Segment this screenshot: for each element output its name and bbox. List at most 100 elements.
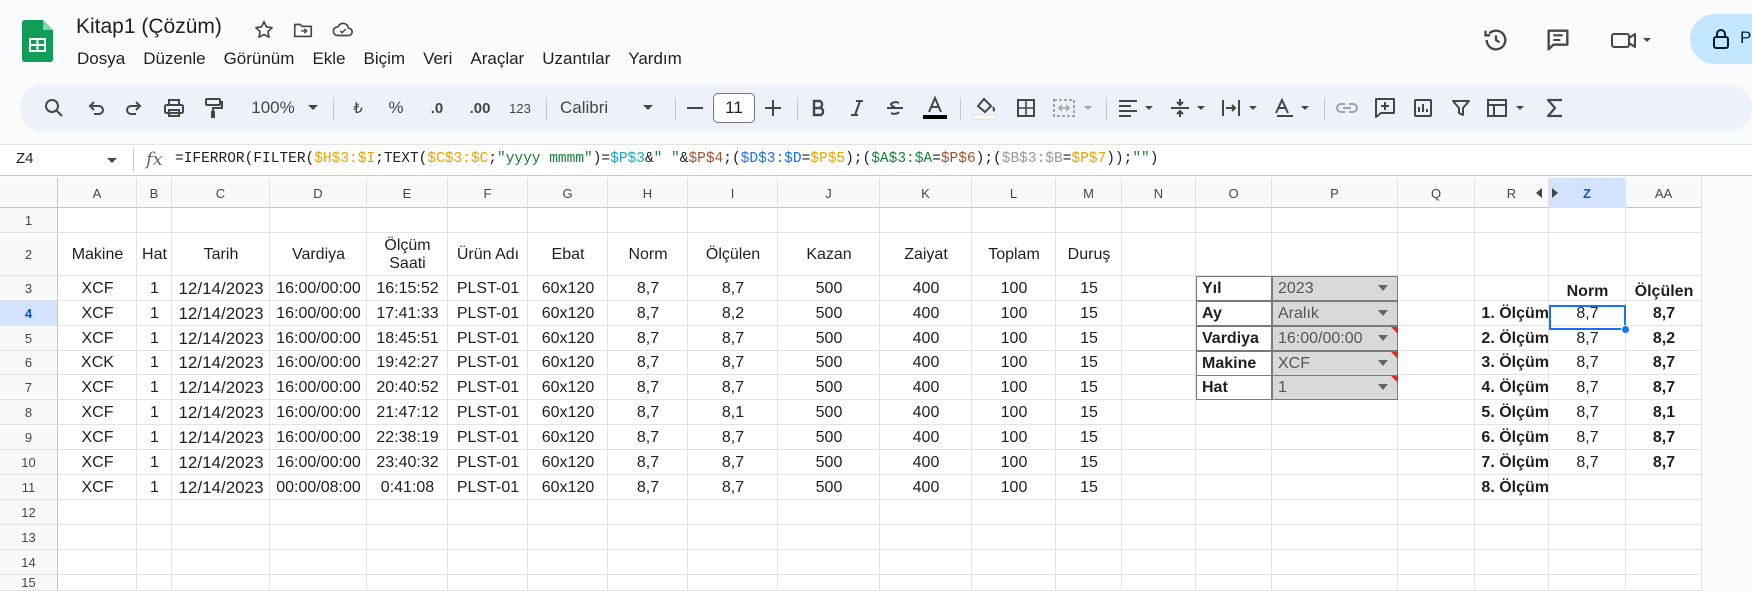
column-header-k[interactable]: K bbox=[880, 178, 972, 208]
table-cell[interactable]: 12/14/2023 bbox=[172, 351, 270, 375]
table-cell[interactable]: 500 bbox=[778, 425, 880, 450]
table-cell[interactable]: 400 bbox=[880, 375, 972, 400]
table-cell[interactable]: 8,7 bbox=[608, 301, 688, 326]
table-cell[interactable]: 12/14/2023 bbox=[172, 276, 270, 301]
table-cell[interactable]: 1 bbox=[137, 425, 172, 450]
table-cell[interactable]: 15 bbox=[1056, 400, 1122, 425]
name-box-dropdown-icon[interactable] bbox=[106, 157, 118, 165]
table-cell[interactable]: 1 bbox=[137, 450, 172, 475]
table-cell[interactable]: 16:00/00:00 bbox=[270, 375, 367, 400]
table-cell[interactable]: 1 bbox=[137, 475, 172, 500]
table-cell[interactable]: 23:40:32 bbox=[367, 450, 448, 475]
table-cell[interactable]: 1 bbox=[137, 400, 172, 425]
table-header-cell[interactable]: Duruş bbox=[1056, 233, 1122, 276]
measurement-label[interactable]: 7. Ölçüm bbox=[1475, 450, 1549, 475]
table-cell[interactable]: 60x120 bbox=[528, 351, 608, 375]
column-header-b[interactable]: B bbox=[137, 178, 172, 208]
table-cell[interactable]: 21:47:12 bbox=[367, 400, 448, 425]
table-cell[interactable]: 0:41:08 bbox=[367, 475, 448, 500]
table-cell[interactable]: 1 bbox=[137, 375, 172, 400]
table-header-cell[interactable]: Norm bbox=[608, 233, 688, 276]
vertical-align-icon[interactable] bbox=[1168, 94, 1212, 122]
row-header-12[interactable]: 12 bbox=[0, 500, 58, 525]
table-header-cell[interactable]: Makine bbox=[58, 233, 137, 276]
dropdown-arrow-icon[interactable] bbox=[1378, 310, 1388, 316]
paint-format-icon[interactable] bbox=[200, 94, 228, 122]
table-cell[interactable]: 400 bbox=[880, 276, 972, 301]
table-cell[interactable]: 12/14/2023 bbox=[172, 450, 270, 475]
font-size-input[interactable]: 11 bbox=[713, 93, 755, 123]
table-cell[interactable]: XCF bbox=[58, 326, 137, 351]
table-cell[interactable]: 500 bbox=[778, 301, 880, 326]
table-cell[interactable]: 100 bbox=[972, 425, 1056, 450]
name-box[interactable]: Z4 bbox=[16, 150, 34, 167]
column-header-i[interactable]: I bbox=[688, 178, 778, 208]
table-cell[interactable]: 500 bbox=[778, 326, 880, 351]
table-cell[interactable]: 8,7 bbox=[608, 276, 688, 301]
table-header-cell[interactable]: Toplam bbox=[972, 233, 1056, 276]
menu-edit[interactable]: Düzenle bbox=[134, 47, 214, 72]
table-cell[interactable]: 15 bbox=[1056, 475, 1122, 500]
dropdown-arrow-icon[interactable] bbox=[1378, 285, 1388, 291]
table-cell[interactable]: 400 bbox=[880, 450, 972, 475]
table-cell[interactable]: 500 bbox=[778, 276, 880, 301]
measured-value[interactable]: 8,7 bbox=[1626, 351, 1702, 375]
menu-extensions[interactable]: Uzantılar bbox=[533, 47, 619, 72]
measured-value[interactable]: 8,1 bbox=[1626, 400, 1702, 425]
table-cell[interactable]: 8,7 bbox=[688, 450, 778, 475]
table-cell[interactable]: 8,7 bbox=[688, 375, 778, 400]
table-cell[interactable]: 100 bbox=[972, 326, 1056, 351]
table-cell[interactable]: 16:00/00:00 bbox=[270, 450, 367, 475]
table-cell[interactable]: 17:41:33 bbox=[367, 301, 448, 326]
measurement-label[interactable]: 1. Ölçüm bbox=[1475, 301, 1549, 326]
column-header-j[interactable]: J bbox=[778, 178, 880, 208]
menu-data[interactable]: Veri bbox=[414, 47, 461, 72]
table-header-cell[interactable]: Ebat bbox=[528, 233, 608, 276]
measured-value[interactable]: 8,7 bbox=[1626, 375, 1702, 400]
table-cell[interactable]: 8,7 bbox=[608, 351, 688, 375]
table-cell[interactable]: 00:00/08:00 bbox=[270, 475, 367, 500]
select-all-corner[interactable] bbox=[0, 178, 58, 208]
table-header-cell[interactable]: Ürün Adı bbox=[448, 233, 528, 276]
norm-value[interactable]: 8,7 bbox=[1549, 351, 1626, 375]
table-cell[interactable]: 8,7 bbox=[688, 326, 778, 351]
table-cell[interactable]: 8,2 bbox=[688, 301, 778, 326]
column-header-aa[interactable]: AA bbox=[1626, 178, 1702, 208]
italic-icon[interactable] bbox=[844, 94, 870, 122]
row-header-11[interactable]: 11 bbox=[0, 475, 58, 500]
results-header[interactable]: Ölçülen bbox=[1626, 276, 1702, 301]
insert-chart-icon[interactable] bbox=[1409, 94, 1437, 122]
hidden-columns-right-arrow-icon[interactable] bbox=[1551, 188, 1559, 198]
table-cell[interactable]: 19:42:27 bbox=[367, 351, 448, 375]
borders-icon[interactable] bbox=[1012, 94, 1040, 122]
table-cell[interactable]: 500 bbox=[778, 450, 880, 475]
measurement-label[interactable]: 8. Ölçüm bbox=[1475, 475, 1549, 500]
text-rotation-icon[interactable] bbox=[1272, 94, 1316, 122]
table-header-cell[interactable]: Hat bbox=[137, 233, 172, 276]
table-cell[interactable]: 60x120 bbox=[528, 475, 608, 500]
table-cell[interactable]: 12/14/2023 bbox=[172, 425, 270, 450]
hidden-columns-left-arrow-icon[interactable] bbox=[1535, 188, 1543, 198]
measured-value[interactable]: 8,7 bbox=[1626, 425, 1702, 450]
table-cell[interactable]: 15 bbox=[1056, 375, 1122, 400]
table-cell[interactable]: 500 bbox=[778, 400, 880, 425]
table-cell[interactable]: 1 bbox=[137, 351, 172, 375]
table-cell[interactable]: 15 bbox=[1056, 450, 1122, 475]
table-cell[interactable]: 400 bbox=[880, 475, 972, 500]
row-header-2[interactable]: 2 bbox=[0, 233, 58, 276]
column-header-c[interactable]: C bbox=[172, 178, 270, 208]
measurement-label[interactable]: 5. Ölçüm bbox=[1475, 400, 1549, 425]
table-cell[interactable]: XCF bbox=[58, 276, 137, 301]
table-cell[interactable]: PLST-01 bbox=[448, 351, 528, 375]
fill-color-icon[interactable] bbox=[970, 94, 1000, 122]
table-cell[interactable]: 400 bbox=[880, 351, 972, 375]
table-cell[interactable]: 60x120 bbox=[528, 276, 608, 301]
table-cell[interactable]: PLST-01 bbox=[448, 301, 528, 326]
table-cell[interactable]: 8,7 bbox=[608, 425, 688, 450]
merge-cells-icon[interactable] bbox=[1050, 94, 1098, 122]
table-cell[interactable]: PLST-01 bbox=[448, 326, 528, 351]
row-header-3[interactable]: 3 bbox=[0, 276, 58, 301]
table-cell[interactable]: 1 bbox=[137, 326, 172, 351]
table-header-cell[interactable]: Zaiyat bbox=[880, 233, 972, 276]
table-cell[interactable]: 16:00/00:00 bbox=[270, 301, 367, 326]
